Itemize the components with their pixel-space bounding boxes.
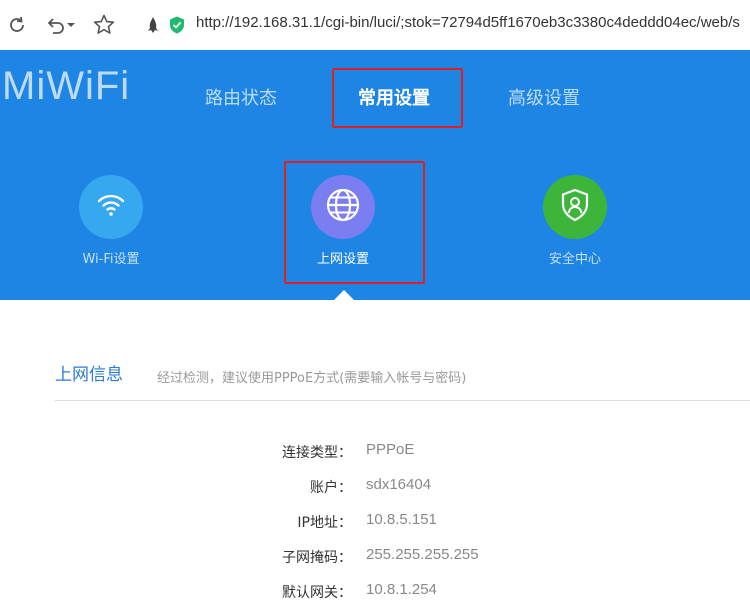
section-title: 上网信息	[55, 365, 123, 385]
address-bar-url[interactable]: http://192.168.31.1/cgi-bin/luci/;stok=7…	[196, 14, 740, 31]
default-gateway-value: 10.8.1.254	[366, 581, 437, 598]
ip-address-value: 10.8.5.151	[366, 511, 437, 528]
ip-address-label: IP地址：	[297, 515, 352, 531]
wifi-icon	[94, 188, 128, 226]
active-pointer	[333, 290, 355, 301]
subnet-mask-value: 255.255.255.255	[366, 546, 479, 563]
security-center-button[interactable]	[543, 175, 607, 239]
highlight-box-internet	[284, 161, 425, 284]
browser-toolbar: http://192.168.31.1/cgi-bin/luci/;stok=7…	[0, 0, 750, 51]
security-center-label[interactable]: 安全中心	[505, 248, 645, 267]
section-note: 经过检测，建议使用PPPoE方式(需要输入帐号与密码)	[157, 371, 467, 386]
extension-icon[interactable]	[140, 12, 166, 38]
subnet-mask-label: 子网掩码：	[282, 550, 352, 566]
star-icon[interactable]	[91, 12, 117, 38]
shield-icon	[164, 12, 190, 38]
section-divider	[55, 400, 750, 401]
highlight-box-nav	[332, 68, 463, 128]
nav-tab-advanced-settings[interactable]: 高级设置	[508, 84, 580, 110]
default-gateway-label: 默认网关：	[282, 585, 352, 601]
account-value: sdx16404	[366, 476, 432, 493]
reload-icon[interactable]	[4, 12, 30, 38]
connection-type-value: PPPoE	[366, 441, 415, 458]
wifi-settings-button[interactable]	[79, 175, 143, 239]
miwifi-logo: MiWiFi	[2, 64, 131, 108]
wifi-settings-label[interactable]: Wi-Fi设置	[41, 248, 181, 267]
dropdown-icon[interactable]	[64, 12, 78, 38]
connection-type-label: 连接类型：	[282, 445, 352, 461]
account-label: 账户：	[310, 480, 352, 496]
shield-user-icon	[556, 186, 594, 228]
nav-tab-router-status[interactable]: 路由状态	[205, 84, 277, 110]
